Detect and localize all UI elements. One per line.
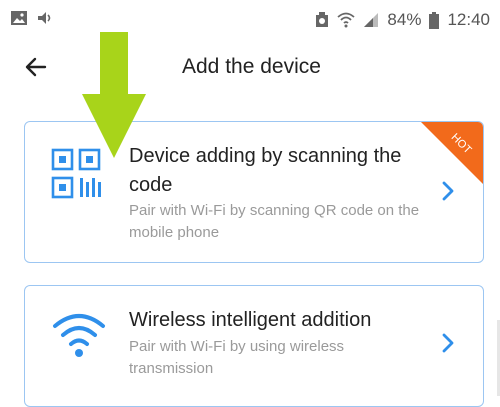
clock: 12:40 xyxy=(447,10,490,29)
status-left xyxy=(10,10,54,31)
lock-notification-icon xyxy=(315,12,329,28)
header: Add the device xyxy=(0,45,500,89)
chevron-right-icon xyxy=(441,332,455,359)
wireless-addition-subtitle: Pair with Wi-Fi by using wireless transm… xyxy=(129,338,345,377)
battery-percent: 84% xyxy=(387,10,422,29)
back-button[interactable] xyxy=(22,53,50,81)
hot-badge: HOT xyxy=(421,122,483,184)
wireless-addition-option-card[interactable]: Wireless intelligent addition Pair with … xyxy=(24,285,484,407)
status-bar: 84% 12:40 xyxy=(0,0,500,40)
chevron-right-icon xyxy=(441,180,455,207)
scan-code-option-card[interactable]: Device adding by scanning the code Pair … xyxy=(24,121,484,263)
wireless-addition-title: Wireless intelligent addition xyxy=(129,309,372,331)
wifi-icon xyxy=(51,310,107,365)
signal-icon xyxy=(363,12,379,28)
image-notification-icon xyxy=(10,10,28,31)
wifi-status-icon xyxy=(337,12,356,28)
scan-code-title: Device adding by scanning the code xyxy=(129,145,402,196)
volume-icon xyxy=(36,10,54,31)
arrow-left-icon xyxy=(25,57,47,77)
qr-code-icon xyxy=(51,148,107,209)
battery-icon xyxy=(429,11,440,29)
scan-code-subtitle: Pair with Wi-Fi by scanning QR code on t… xyxy=(129,202,420,241)
page-title: Add the device xyxy=(182,55,321,78)
status-right: 84% 12:40 xyxy=(315,10,490,30)
